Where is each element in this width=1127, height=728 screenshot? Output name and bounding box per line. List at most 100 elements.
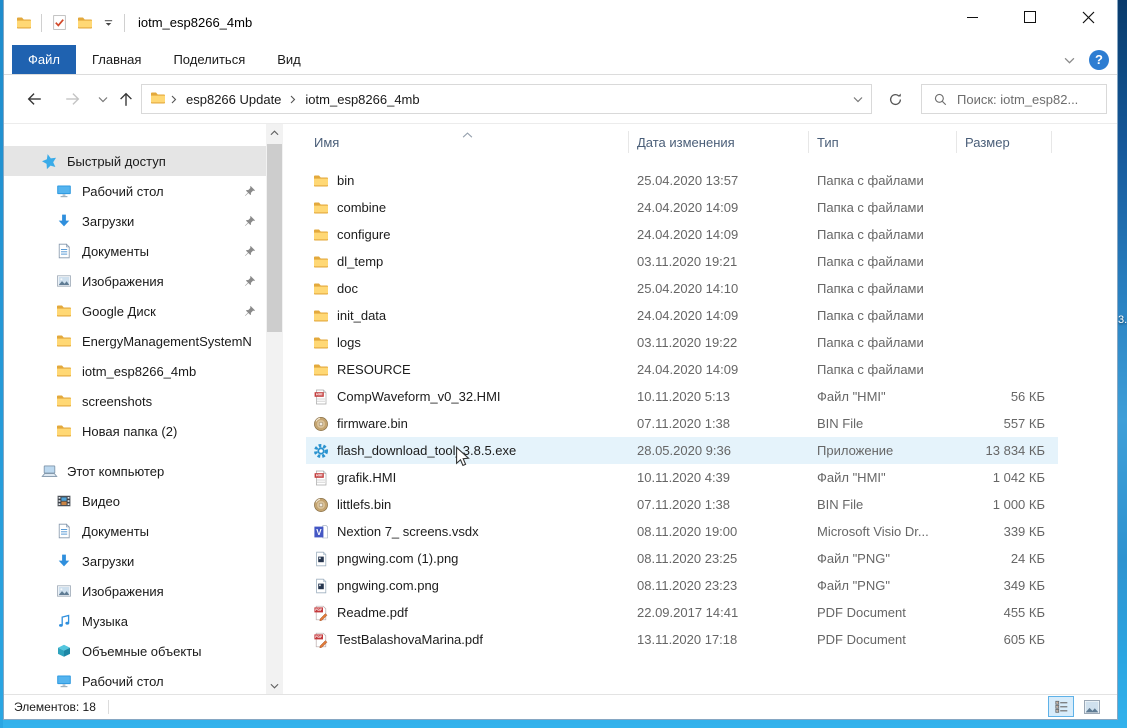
- sidebar-item[interactable]: EnergyManagementSystemN: [4, 326, 266, 356]
- file-row[interactable]: PDFTestBalashovaMarina.pdf13.11.2020 17:…: [306, 626, 1058, 653]
- ribbon-collapse-icon[interactable]: [1064, 51, 1075, 69]
- file-type: Файл "HMI": [809, 470, 957, 485]
- file-row[interactable]: pngwing.com (1).png08.11.2020 23:25Файл …: [306, 545, 1058, 572]
- file-row[interactable]: firmware.bin07.11.2020 1:38BIN File557 К…: [306, 410, 1058, 437]
- sidebar-item-label: Изображения: [82, 274, 164, 289]
- sidebar-item-label: Этот компьютер: [67, 464, 164, 479]
- sidebar-item[interactable]: Быстрый доступ: [4, 146, 266, 176]
- file-row[interactable]: RESOURCE24.04.2020 14:09Папка с файлами: [306, 356, 1058, 383]
- file-name: configure: [337, 227, 629, 242]
- file-row[interactable]: HMIgrafik.HMI10.11.2020 4:39Файл "HMI"1 …: [306, 464, 1058, 491]
- breadcrumb-segment[interactable]: iotm_esp8266_4mb: [301, 92, 423, 107]
- sidebar-item[interactable]: Google Диск: [4, 296, 266, 326]
- tab-file[interactable]: Файл: [12, 45, 76, 74]
- sidebar-item-label: Загрузки: [82, 214, 134, 229]
- thumbnail-view-icon: [1084, 700, 1100, 714]
- address-dropdown-icon[interactable]: [845, 96, 871, 103]
- properties-check-icon[interactable]: [51, 14, 68, 31]
- folder-icon: [313, 335, 329, 351]
- file-date: 24.04.2020 14:09: [629, 200, 809, 215]
- address-bar[interactable]: esp8266 Update iotm_esp8266_4mb: [141, 84, 872, 114]
- cube-icon: [56, 643, 73, 660]
- sidebar-item[interactable]: Загрузки: [4, 206, 266, 236]
- file-row[interactable]: init_data24.04.2020 14:09Папка с файлами: [306, 302, 1058, 329]
- sidebar-item[interactable]: Изображения: [4, 576, 266, 606]
- tab-share[interactable]: Поделиться: [157, 45, 261, 74]
- sidebar-item[interactable]: Новая папка (2): [4, 416, 266, 446]
- new-folder-icon[interactable]: [77, 15, 93, 31]
- file-row[interactable]: PDFReadme.pdf22.09.2017 14:41PDF Documen…: [306, 599, 1058, 626]
- column-header-type[interactable]: Тип: [809, 131, 957, 153]
- folder-icon: [313, 281, 329, 297]
- file-name: dl_temp: [337, 254, 629, 269]
- sidebar-item[interactable]: Видео: [4, 486, 266, 516]
- hmi-icon: HMI: [313, 389, 329, 405]
- sidebar-item[interactable]: Изображения: [4, 266, 266, 296]
- file-date: 24.04.2020 14:09: [629, 362, 809, 377]
- file-row[interactable]: flash_download_tool_3.8.5.exe28.05.2020 …: [306, 437, 1058, 464]
- file-date: 07.11.2020 1:38: [629, 416, 809, 431]
- column-header-date[interactable]: Дата изменения: [629, 131, 809, 153]
- sidebar-item[interactable]: Рабочий стол: [4, 666, 266, 694]
- tab-home[interactable]: Главная: [76, 45, 157, 74]
- up-button[interactable]: [115, 89, 137, 109]
- sidebar-item[interactable]: screenshots: [4, 386, 266, 416]
- scroll-down-icon[interactable]: [266, 677, 283, 694]
- recent-locations-icon[interactable]: [92, 89, 114, 109]
- breadcrumb-segment[interactable]: esp8266 Update: [182, 92, 285, 107]
- maximize-button[interactable]: [1001, 0, 1059, 34]
- file-name: firmware.bin: [337, 416, 629, 431]
- file-row[interactable]: dl_temp03.11.2020 19:21Папка с файлами: [306, 248, 1058, 275]
- minimize-button[interactable]: [943, 0, 1001, 34]
- file-row[interactable]: bin25.04.2020 13:57Папка с файлами: [306, 167, 1058, 194]
- file-row[interactable]: configure24.04.2020 14:09Папка с файлами: [306, 221, 1058, 248]
- file-row[interactable]: HMICompWaveform_v0_32.HMI10.11.2020 5:13…: [306, 383, 1058, 410]
- sidebar-item[interactable]: Рабочий стол: [4, 176, 266, 206]
- sidebar-item[interactable]: Загрузки: [4, 546, 266, 576]
- sidebar-item[interactable]: Музыка: [4, 606, 266, 636]
- details-view-icon: [1054, 699, 1069, 714]
- file-row[interactable]: pngwing.com.png08.11.2020 23:23Файл "PNG…: [306, 572, 1058, 599]
- scrollbar-thumb[interactable]: [267, 144, 282, 332]
- close-button[interactable]: [1059, 0, 1117, 34]
- sidebar-item[interactable]: iotm_esp8266_4mb: [4, 356, 266, 386]
- explorer-window: iotm_esp8266_4mb Файл Главная Поделиться…: [3, 0, 1118, 720]
- help-button[interactable]: ?: [1089, 50, 1109, 70]
- file-row[interactable]: VNextion 7_ screens.vsdx08.11.2020 19:00…: [306, 518, 1058, 545]
- qat-dropdown-icon[interactable]: [102, 16, 115, 29]
- file-date: 24.04.2020 14:09: [629, 308, 809, 323]
- details-view-button[interactable]: [1048, 696, 1074, 717]
- forward-button[interactable]: [61, 89, 83, 109]
- sidebar-item-label: Изображения: [82, 584, 164, 599]
- column-header-size[interactable]: Размер: [957, 131, 1052, 153]
- file-size: 557 КБ: [957, 416, 1053, 431]
- svg-text:PDF: PDF: [315, 608, 322, 612]
- file-row[interactable]: combine24.04.2020 14:09Папка с файлами: [306, 194, 1058, 221]
- tab-view[interactable]: Вид: [261, 45, 317, 74]
- file-row[interactable]: logs03.11.2020 19:22Папка с файлами: [306, 329, 1058, 356]
- file-type: PDF Document: [809, 632, 957, 647]
- file-type: Папка с файлами: [809, 173, 957, 188]
- document-icon: [56, 243, 73, 260]
- file-row[interactable]: doc25.04.2020 14:10Папка с файлами: [306, 275, 1058, 302]
- sidebar-item[interactable]: Документы: [4, 236, 266, 266]
- refresh-button[interactable]: [880, 84, 910, 114]
- file-type: Папка с файлами: [809, 362, 957, 377]
- sidebar-item-label: Рабочий стол: [82, 674, 164, 689]
- file-name: logs: [337, 335, 629, 350]
- sidebar-item[interactable]: Объемные объекты: [4, 636, 266, 666]
- sidebar-item[interactable]: Этот компьютер: [4, 456, 266, 486]
- scroll-up-icon[interactable]: [266, 124, 283, 141]
- sidebar-scrollbar[interactable]: [266, 124, 283, 694]
- sort-ascending-icon: [462, 125, 473, 143]
- file-name: littlefs.bin: [337, 497, 629, 512]
- items-count: Элементов: 18: [14, 700, 96, 714]
- search-input[interactable]: [955, 91, 1106, 108]
- file-row[interactable]: littlefs.bin07.11.2020 1:38BIN File1 000…: [306, 491, 1058, 518]
- title-bar: iotm_esp8266_4mb: [4, 0, 1117, 45]
- back-button[interactable]: [23, 89, 45, 109]
- separator: [108, 700, 109, 714]
- thumbnail-view-button[interactable]: [1079, 696, 1105, 717]
- file-type: Приложение: [809, 443, 957, 458]
- sidebar-item[interactable]: Документы: [4, 516, 266, 546]
